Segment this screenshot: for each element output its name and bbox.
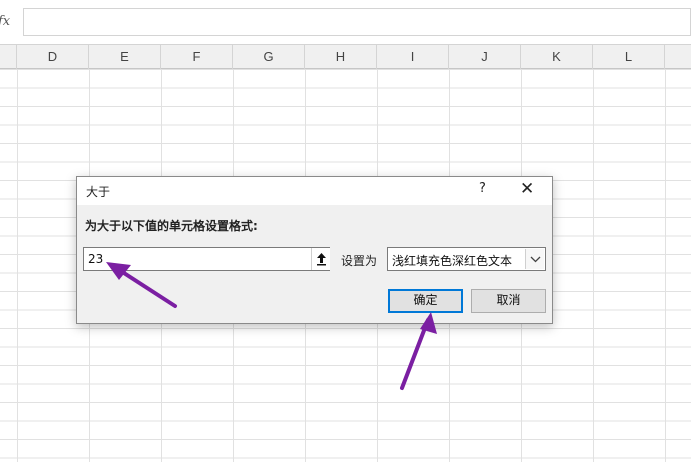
fx-icon[interactable]: fx <box>0 14 10 29</box>
column-header-d[interactable]: D <box>17 45 89 69</box>
value-input[interactable]: 23 <box>83 247 330 271</box>
formula-input[interactable] <box>23 8 691 36</box>
formula-bar: fx <box>0 0 691 44</box>
column-header-j[interactable]: J <box>449 45 521 69</box>
collapse-dialog-button[interactable] <box>311 248 330 270</box>
chevron-down-icon <box>530 256 541 263</box>
column-header-partial[interactable] <box>0 45 17 69</box>
dialog-titlebar[interactable]: 大于 ? ✕ <box>77 177 552 205</box>
format-dropdown-button[interactable] <box>525 249 544 269</box>
column-header-k[interactable]: K <box>521 45 593 69</box>
column-header-l[interactable]: L <box>593 45 665 69</box>
greater-than-dialog: 大于 ? ✕ 为大于以下值的单元格设置格式: 23 设置为 浅红填充色深红色文本… <box>76 176 553 324</box>
value-input-text: 23 <box>88 252 104 266</box>
column-header-i[interactable]: I <box>377 45 449 69</box>
close-icon[interactable]: ✕ <box>520 179 534 199</box>
format-select[interactable]: 浅红填充色深红色文本 <box>387 247 546 271</box>
column-header-f[interactable]: F <box>161 45 233 69</box>
grid-line <box>665 69 666 462</box>
help-icon[interactable]: ? <box>479 181 486 196</box>
grid-line <box>593 69 594 462</box>
ok-button[interactable]: 确定 <box>388 289 463 313</box>
format-select-value: 浅红填充色深红色文本 <box>392 254 513 268</box>
cancel-button[interactable]: 取消 <box>471 289 546 313</box>
column-header-e[interactable]: E <box>89 45 161 69</box>
dialog-prompt-label: 为大于以下值的单元格设置格式: <box>85 219 258 233</box>
collapse-arrow-icon <box>317 253 326 266</box>
dialog-title: 大于 <box>86 185 111 199</box>
column-header-g[interactable]: G <box>233 45 305 69</box>
column-header-h[interactable]: H <box>305 45 377 69</box>
set-as-label: 设置为 <box>341 254 378 268</box>
column-header-row: D E F G H I J K L <box>0 44 691 69</box>
grid-line <box>17 69 18 462</box>
